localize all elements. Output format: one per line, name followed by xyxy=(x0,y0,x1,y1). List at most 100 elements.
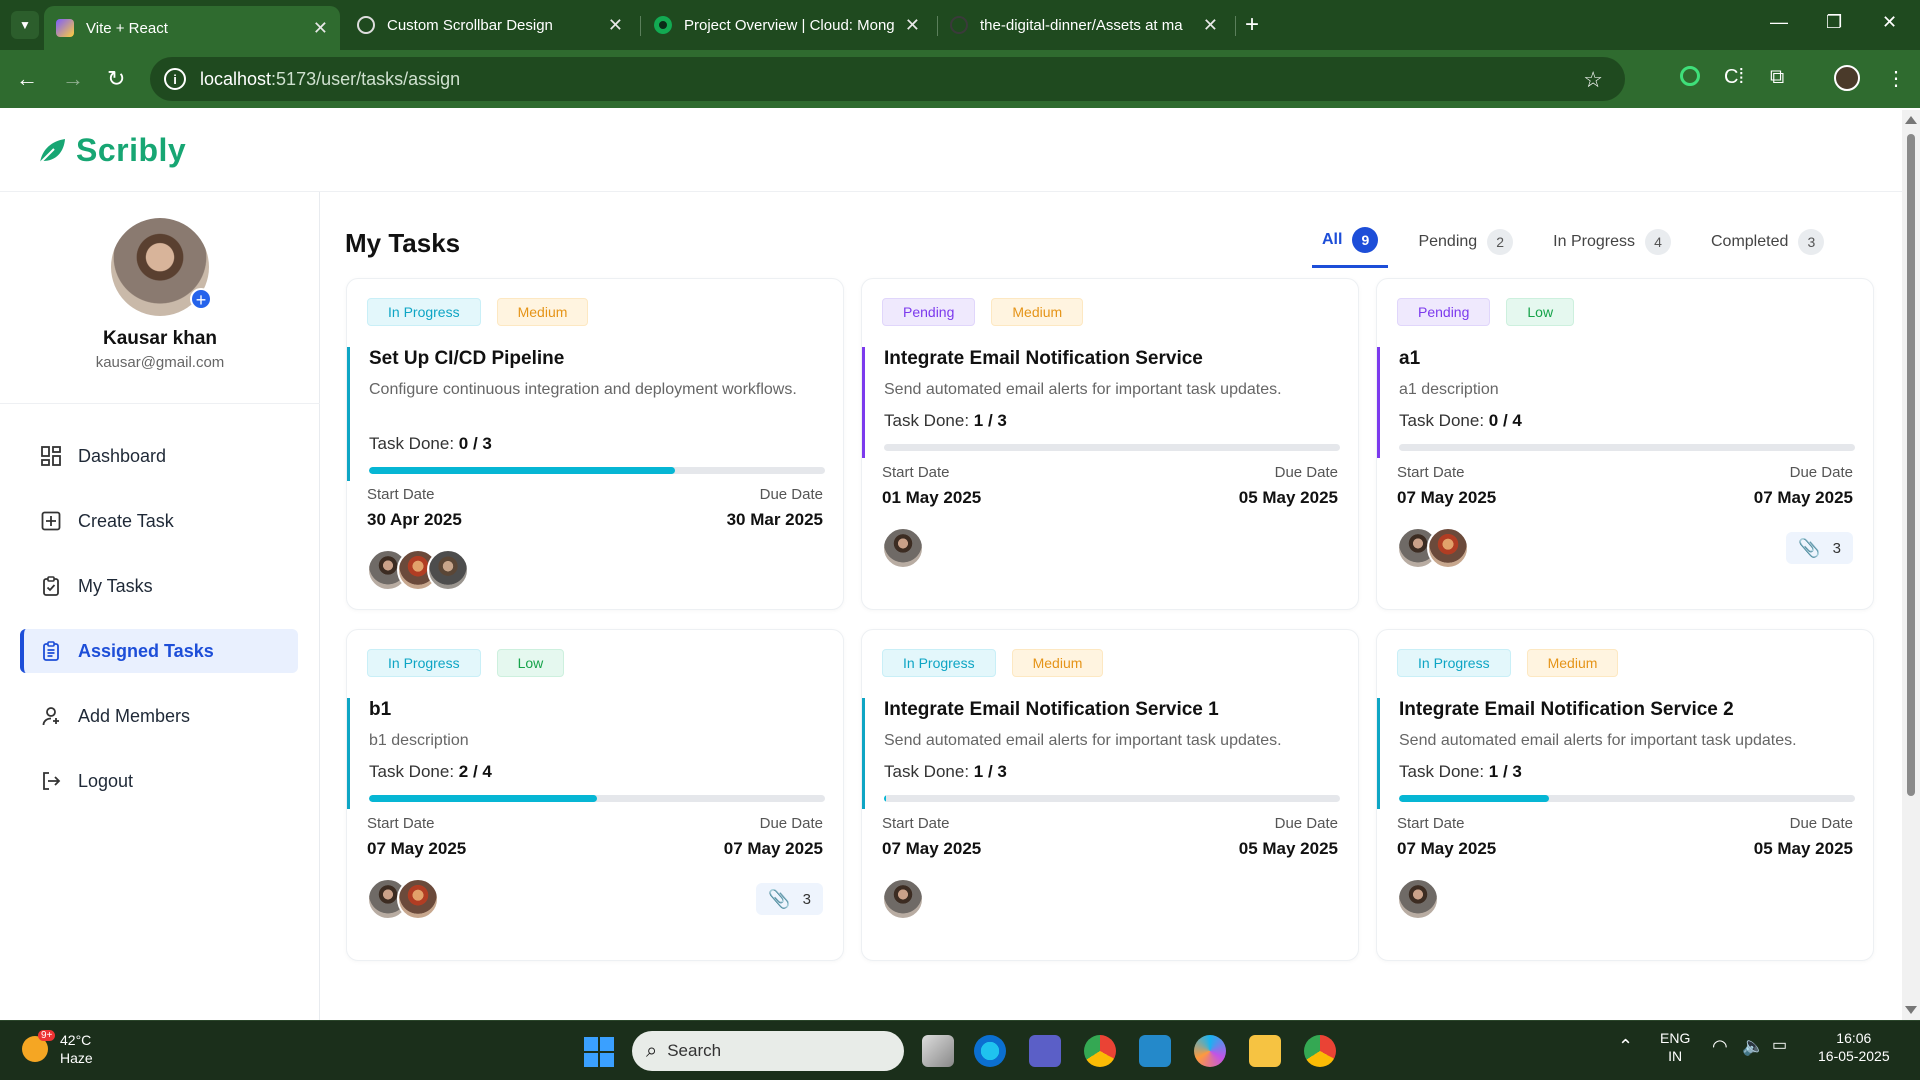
new-tab-icon[interactable]: + xyxy=(1245,11,1259,39)
due-date: 05 May 2025 xyxy=(1238,488,1338,507)
wifi-icon[interactable]: ◠ xyxy=(1712,1037,1728,1055)
close-tab-icon[interactable]: ✕ xyxy=(905,15,920,36)
teams-icon[interactable] xyxy=(1029,1035,1061,1067)
attachment-count-value: 3 xyxy=(802,890,811,908)
assignee-avatars xyxy=(1397,527,1469,569)
close-tab-icon[interactable]: ✕ xyxy=(608,15,623,36)
start-date-label: Start Date xyxy=(882,815,950,832)
close-window-icon[interactable]: ✕ xyxy=(1882,12,1897,33)
edge-browser-icon[interactable] xyxy=(974,1035,1006,1067)
profile-avatar[interactable] xyxy=(1834,65,1860,91)
task-view-icon[interactable] xyxy=(922,1035,954,1067)
page-title: My Tasks xyxy=(345,228,461,258)
forward-icon[interactable]: → xyxy=(62,66,84,92)
chevron-up-icon[interactable]: ⌃ xyxy=(1618,1037,1633,1055)
start-date: 07 May 2025 xyxy=(367,839,467,858)
chrome-active-icon[interactable] xyxy=(1304,1035,1336,1067)
scroll-up-icon[interactable] xyxy=(1905,116,1917,124)
sidebar-item-add-members[interactable]: Add Members xyxy=(20,694,298,738)
sidebar-item-logout[interactable]: Logout xyxy=(20,759,298,803)
start-date: 07 May 2025 xyxy=(882,839,982,858)
language: ENG xyxy=(1660,1030,1691,1046)
progress-bar xyxy=(369,467,825,474)
extension-c-icon[interactable]: C⁞ xyxy=(1724,66,1744,89)
progress-bar xyxy=(369,795,825,802)
card-accent xyxy=(1377,698,1380,809)
progress-fill xyxy=(1399,795,1550,802)
tab-label: Completed xyxy=(1710,232,1789,250)
browser-tab[interactable]: Project Overview | Cloud: Mong ✕ xyxy=(642,6,932,44)
task-card[interactable]: Pending Medium Integrate Email Notificati… xyxy=(861,278,1359,610)
task-card[interactable]: In Progress Medium Integrate Email Notifi… xyxy=(1376,629,1874,961)
attachment-count[interactable]: 📎 3 xyxy=(1786,532,1853,564)
windows-start-icon[interactable] xyxy=(584,1037,614,1067)
restore-icon[interactable]: ❐ xyxy=(1826,12,1842,33)
app-page: Scribly + Kausar khan kausar@gmail.com D… xyxy=(0,110,1902,1020)
user-email: kausar@gmail.com xyxy=(95,354,225,371)
assignee-avatars xyxy=(367,549,469,591)
close-tab-icon[interactable]: ✕ xyxy=(1203,15,1218,36)
tab-search-button[interactable]: ▼ xyxy=(11,11,39,39)
browser-tab[interactable]: Vite + React ✕ xyxy=(44,6,340,50)
sidebar-item-assigned-tasks[interactable]: Assigned Tasks xyxy=(20,629,298,673)
start-date-label: Start Date xyxy=(1397,464,1465,481)
app-logo[interactable]: Scribly xyxy=(36,132,186,169)
extensions-puzzle-icon[interactable]: ⧉ xyxy=(1770,66,1784,89)
task-card[interactable]: In Progress Medium Integrate Email Notifi… xyxy=(861,629,1359,961)
browser-tab[interactable]: Custom Scrollbar Design ✕ xyxy=(345,6,635,44)
taskbar-search[interactable]: ⌕ Search xyxy=(632,1031,904,1071)
start-date: 07 May 2025 xyxy=(1397,488,1497,507)
card-accent xyxy=(862,347,865,458)
task-done-value: 1 / 3 xyxy=(973,411,1007,430)
tab-completed[interactable]: Completed 3 xyxy=(1701,228,1834,267)
page-scrollbar[interactable] xyxy=(1902,110,1920,1020)
sidebar-item-my-tasks[interactable]: My Tasks xyxy=(20,564,298,608)
url-path: :5173/user/tasks/assign xyxy=(271,68,461,89)
url-text[interactable]: localhost:5173/user/tasks/assign xyxy=(200,69,460,90)
file-explorer-icon[interactable] xyxy=(1249,1035,1281,1067)
logo-text: Scribly xyxy=(76,132,187,168)
sidebar-item-dashboard[interactable]: Dashboard xyxy=(20,434,298,478)
back-icon[interactable]: ← xyxy=(16,66,38,92)
priority-badge: Medium xyxy=(991,298,1084,326)
battery-icon[interactable]: ▭ xyxy=(1772,1037,1787,1055)
extension-ring-icon[interactable] xyxy=(1680,66,1700,92)
grid-icon xyxy=(40,445,62,467)
sidebar-item-create-task[interactable]: Create Task xyxy=(20,499,298,543)
address-bar[interactable]: i localhost:5173/user/tasks/assign ☆ xyxy=(150,57,1625,101)
vscode-icon[interactable] xyxy=(1139,1035,1171,1067)
task-title: Integrate Email Notification Service 2 xyxy=(1399,699,1734,720)
copilot-icon[interactable] xyxy=(1194,1035,1226,1067)
tab-pending[interactable]: Pending 2 xyxy=(1408,228,1523,267)
volume-icon[interactable]: 🔈 xyxy=(1742,1037,1764,1055)
weather-widget[interactable]: 9+ 42°C Haze xyxy=(22,1030,93,1067)
task-card[interactable]: Pending Low a1 a1 description Task Done: … xyxy=(1376,278,1874,610)
tab-in-progress[interactable]: In Progress 4 xyxy=(1543,228,1681,267)
site-info-icon[interactable]: i xyxy=(164,68,186,90)
task-card[interactable]: In Progress Low b1 b1 description Task Do… xyxy=(346,629,844,961)
progress-bar xyxy=(1399,795,1855,802)
attachment-count[interactable]: 📎 3 xyxy=(756,883,823,915)
browser-tab[interactable]: the-digital-dinner/Assets at ma ✕ xyxy=(938,6,1230,44)
search-icon: ⌕ xyxy=(646,1039,658,1062)
bookmark-star-icon[interactable]: ☆ xyxy=(1583,67,1603,93)
minimize-icon[interactable]: — xyxy=(1770,12,1788,33)
chrome-icon[interactable] xyxy=(1084,1035,1116,1067)
clock[interactable]: 16:06 16-05-2025 xyxy=(1818,1029,1890,1065)
task-done-label: Task Done: xyxy=(884,762,970,781)
task-card[interactable]: In Progress Medium Set Up CI/CD Pipeline … xyxy=(346,278,844,610)
language-indicator[interactable]: ENG IN xyxy=(1660,1029,1690,1065)
task-description: b1 description xyxy=(369,732,469,749)
priority-badge: Low xyxy=(496,649,565,677)
tab-all[interactable]: All 9 xyxy=(1312,227,1389,268)
reload-icon[interactable]: ↻ xyxy=(107,66,125,92)
avatar xyxy=(1397,878,1439,920)
count-badge: 2 xyxy=(1487,228,1514,255)
task-description: Configure continuous integration and dep… xyxy=(369,381,797,398)
close-tab-icon[interactable]: ✕ xyxy=(313,18,328,39)
scroll-thumb[interactable] xyxy=(1907,134,1915,796)
scroll-down-icon[interactable] xyxy=(1905,1006,1917,1014)
add-photo-icon[interactable]: + xyxy=(190,288,212,310)
browser-menu-icon[interactable]: ⋮ xyxy=(1886,66,1906,91)
date: 16-05-2025 xyxy=(1818,1048,1890,1064)
